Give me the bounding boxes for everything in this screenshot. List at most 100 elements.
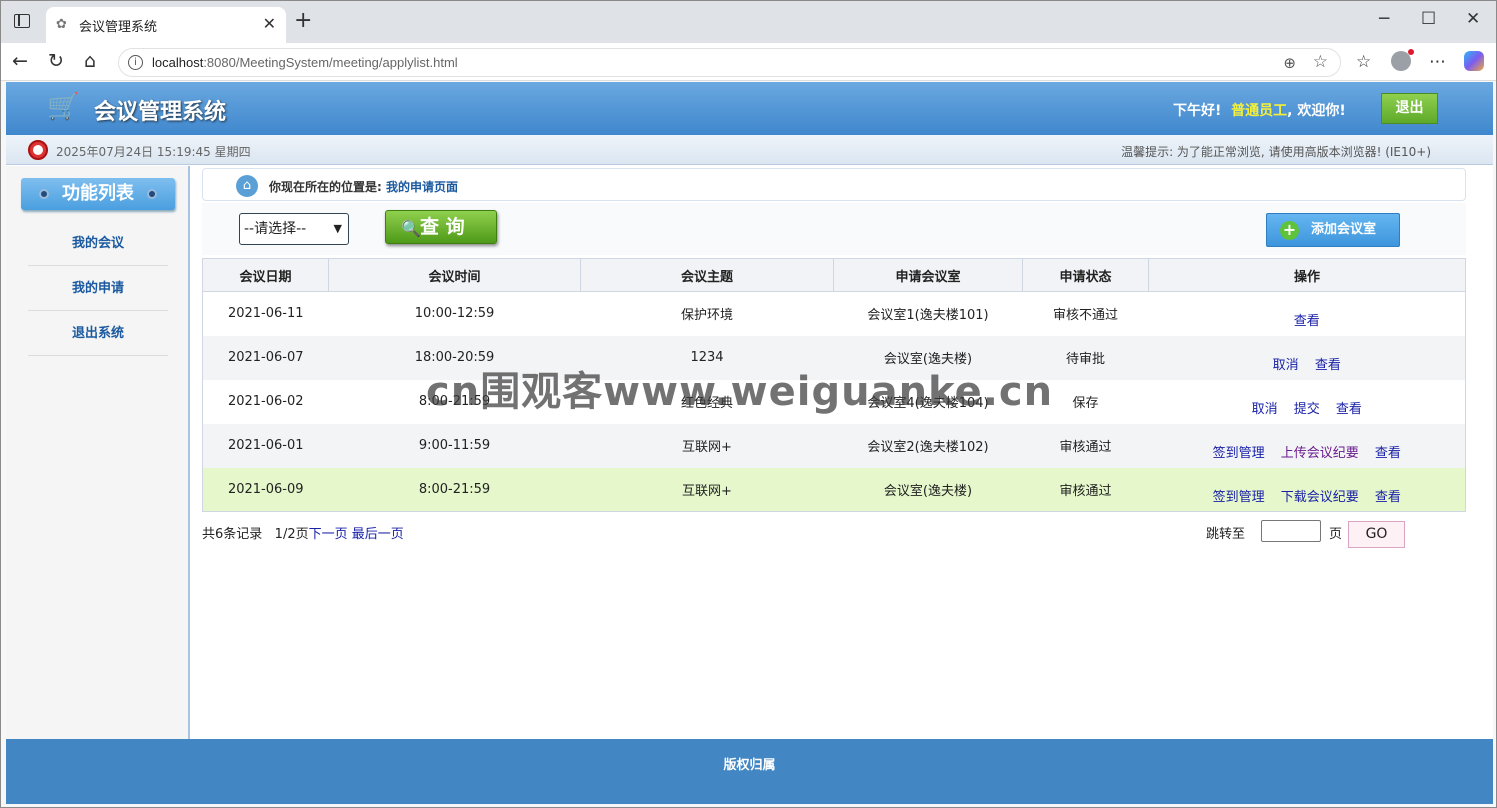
sidebar-item-exit[interactable]: 退出系统 — [28, 311, 168, 356]
address-bar: ← ↻ ⌂ i localhost:8080/MeetingSystem/mee… — [1, 43, 1496, 81]
tab-bar: ✿ 会议管理系统 ✕ + ─ ☐ ✕ — [1, 1, 1496, 43]
url-text: localhost:8080/MeetingSystem/meeting/app… — [152, 55, 458, 70]
cell-date: 2021-06-02 — [227, 394, 304, 409]
view-link[interactable]: 查看 — [1336, 402, 1362, 417]
browser-tip: 温馨提示: 为了能正常浏览, 请使用高版本浏览器! (IE10+) — [1121, 145, 1431, 159]
bullet-icon — [39, 189, 49, 199]
page-number-input[interactable] — [1261, 520, 1321, 542]
cell-date: 2021-06-11 — [227, 306, 304, 322]
cell-actions: 取消 提交 查看 — [1149, 380, 1466, 424]
view-link[interactable]: 查看 — [1294, 314, 1320, 329]
zoom-icon[interactable]: ⊕ — [1283, 54, 1296, 72]
view-link[interactable]: 查看 — [1375, 490, 1401, 505]
minimize-icon[interactable]: ─ — [1379, 9, 1389, 29]
browser-tab[interactable]: ✿ 会议管理系统 ✕ — [46, 7, 286, 43]
cell-time: 9:00-11:59 — [328, 423, 581, 468]
cart-logo-icon: 🛒 — [47, 92, 80, 122]
checkin-manage-link[interactable]: 签到管理 — [1213, 446, 1265, 461]
view-link[interactable]: 查看 — [1315, 358, 1341, 373]
table-row: 2021-06-09 8:00-21:59 互联网+ 会议室(逸夫楼) 审核通过… — [202, 467, 1466, 512]
record-summary: 共6条记录 1/2页 — [202, 527, 309, 542]
sidebar-item-my-meetings[interactable]: 我的会议 — [28, 221, 168, 266]
logout-button[interactable]: 退出 — [1381, 93, 1438, 124]
home-icon[interactable]: ⌂ — [84, 50, 96, 72]
sidebar-item-my-applications[interactable]: 我的申请 — [28, 266, 168, 311]
cancel-link[interactable]: 取消 — [1273, 358, 1299, 373]
profile-avatar[interactable] — [1391, 49, 1414, 71]
tab-title: 会议管理系统 — [79, 20, 158, 35]
favorites-icon[interactable]: ☆ — [1356, 52, 1371, 72]
pagination: 共6条记录 1/2页下一页 最后一页 — [202, 523, 404, 542]
sidebar-title: 功能列表 — [21, 178, 175, 210]
column-header: 申请状态 — [1022, 258, 1149, 292]
add-room-button[interactable]: + 添加会议室 — [1266, 213, 1400, 247]
cell-status: 审核通过 — [1022, 423, 1149, 468]
web-page: 🛒 会议管理系统 下午好! 普通员工, 欢迎你! 退出 2025年07月24日 … — [6, 82, 1493, 804]
cell-room: 会议室1(逸夫楼101) — [867, 308, 989, 324]
column-header: 会议时间 — [328, 258, 581, 292]
cell-actions: 查看 — [1149, 292, 1466, 336]
watermark: cn围观客www.weiguanke.cn — [426, 369, 1054, 415]
cell-date: 2021-06-07 — [202, 335, 329, 380]
cell-time: 8:00-21:59 — [328, 467, 581, 512]
cancel-link[interactable]: 取消 — [1252, 402, 1278, 417]
cell-actions: 签到管理 下载会议纪要 查看 — [1148, 467, 1466, 512]
site-favicon-icon: ✿ — [56, 17, 67, 32]
breadcrumb: ⌂ 你现在所在的位置是: 我的申请页面 — [202, 168, 1466, 201]
cell-time: 10:00-12:59 — [414, 306, 495, 322]
go-button[interactable]: GO — [1348, 521, 1405, 548]
cell-actions: 签到管理 上传会议纪要 查看 — [1148, 423, 1466, 468]
upload-minutes-link[interactable]: 上传会议纪要 — [1281, 446, 1359, 461]
search-icon: 🔍 — [401, 219, 421, 238]
cell-room: 会议室(逸夫楼) — [833, 467, 1023, 512]
table-header-row: 会议日期 会议时间 会议主题 申请会议室 申请状态 操作 — [202, 258, 1466, 292]
sidebar: 功能列表 我的会议 我的申请 退出系统 — [6, 166, 190, 739]
filter-toolbar: --请选择-- ▼ 🔍 查 询 + 添加会议室 — [202, 203, 1466, 255]
greeting-text: 下午好! 普通员工, 欢迎你! — [1173, 103, 1346, 119]
refresh-icon[interactable]: ↻ — [48, 50, 64, 72]
window-close-icon[interactable]: ✕ — [1466, 9, 1480, 29]
submit-link[interactable]: 提交 — [1294, 402, 1320, 417]
plus-icon: + — [1280, 221, 1299, 240]
table-row: 2021-06-01 9:00-11:59 互联网+ 会议室2(逸夫楼102) … — [202, 423, 1466, 468]
query-button[interactable]: 🔍 查 询 — [385, 210, 497, 244]
column-header: 会议日期 — [202, 258, 329, 292]
maximize-icon[interactable]: ☐ — [1421, 9, 1436, 29]
cell-actions: 取消 查看 — [1148, 335, 1466, 380]
tab-close-icon[interactable]: ✕ — [263, 14, 276, 33]
download-minutes-link[interactable]: 下载会议纪要 — [1281, 490, 1359, 505]
table-row: 2021-06-11 10:00-12:59 保护环境 会议室1(逸夫楼101)… — [203, 292, 1466, 336]
more-menu-icon[interactable]: ⋯ — [1429, 52, 1446, 72]
cell-topic: 保护环境 — [680, 308, 733, 324]
view-link[interactable]: 查看 — [1375, 446, 1401, 461]
favorite-star-icon[interactable]: ☆ — [1313, 52, 1328, 72]
page-jump: 跳转至 页 — [1206, 520, 1342, 542]
copilot-icon[interactable] — [1464, 51, 1484, 71]
column-header: 申请会议室 — [833, 258, 1023, 292]
info-bar: 2025年07月24日 15:19:45 星期四 温馨提示: 为了能正常浏览, … — [6, 135, 1493, 165]
user-role: 普通员工 — [1231, 103, 1288, 119]
tab-actions-icon[interactable] — [14, 14, 30, 28]
cell-status: 审核通过 — [1022, 467, 1149, 512]
url-field[interactable]: i localhost:8080/MeetingSystem/meeting/a… — [118, 48, 1341, 77]
next-page-link[interactable]: 下一页 — [309, 527, 348, 542]
app-header: 🛒 会议管理系统 下午好! 普通员工, 欢迎你! 退出 — [6, 82, 1493, 135]
browser-window: ✿ 会议管理系统 ✕ + ─ ☐ ✕ ← ↻ ⌂ i localhost:808… — [0, 0, 1497, 808]
last-page-link[interactable]: 最后一页 — [352, 527, 404, 542]
new-tab-icon[interactable]: + — [294, 10, 312, 32]
copyright-text: 版权归属 — [723, 758, 776, 773]
cell-status: 审核不通过 — [1052, 308, 1118, 324]
cell-date: 2021-06-01 — [202, 423, 329, 468]
back-icon[interactable]: ← — [12, 50, 28, 72]
notification-dot — [1408, 49, 1414, 55]
clock-icon — [28, 140, 48, 160]
cell-topic: 互联网+ — [580, 423, 834, 468]
jump-label: 跳转至 — [1206, 527, 1246, 542]
cell-topic: 互联网+ — [580, 467, 834, 512]
cell-room: 会议室2(逸夫楼102) — [833, 423, 1023, 468]
bullet-icon — [147, 189, 157, 199]
checkin-manage-link[interactable]: 签到管理 — [1213, 490, 1265, 505]
status-select[interactable]: --请选择-- ▼ — [239, 213, 349, 245]
site-info-icon[interactable]: i — [128, 55, 143, 70]
breadcrumb-current: 我的申请页面 — [386, 180, 459, 194]
